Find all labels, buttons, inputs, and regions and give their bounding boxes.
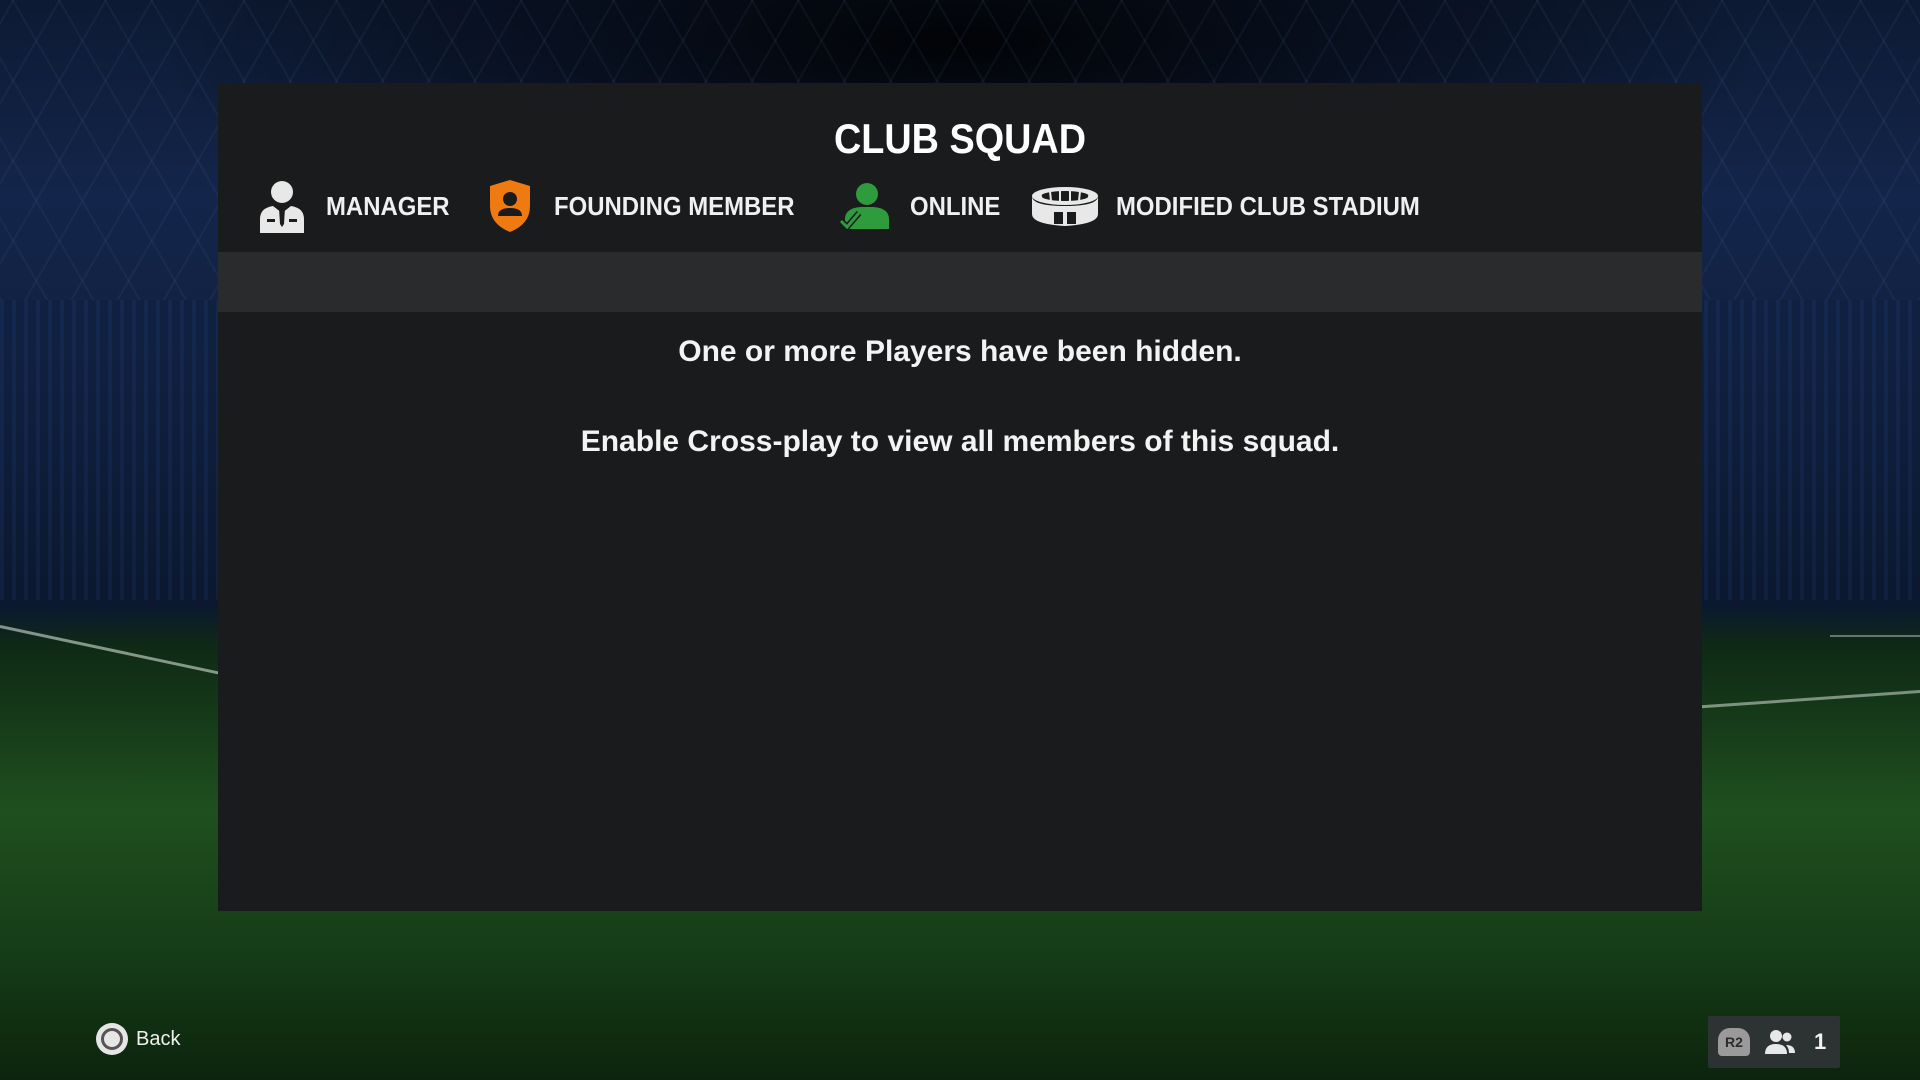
pitch-line xyxy=(0,625,226,676)
pitch-line xyxy=(1830,635,1920,637)
founding-member-shield-icon xyxy=(482,178,538,234)
crossplay-hint-message: Enable Cross-play to view all members of… xyxy=(580,425,1340,458)
legend-label: ONLINE xyxy=(909,190,1001,221)
squad-list-header-bar xyxy=(218,252,1702,312)
friends-count: 1 xyxy=(1814,1029,1827,1054)
hidden-players-message: One or more Players have been hidden. xyxy=(678,335,1242,368)
manager-icon xyxy=(254,178,310,234)
back-label: Back xyxy=(136,1027,181,1050)
legend-label: MANAGER xyxy=(326,190,450,221)
friends-icon xyxy=(1764,1028,1796,1056)
legend-label: FOUNDING MEMBER xyxy=(554,190,795,221)
back-button[interactable]: Back xyxy=(96,1023,180,1055)
legend-item-online: ONLINE xyxy=(838,178,1008,234)
online-player-icon xyxy=(838,178,894,234)
legend-item-founding-member: FOUNDING MEMBER xyxy=(482,178,815,234)
pitch-line xyxy=(1690,690,1920,710)
stadium-icon xyxy=(1030,178,1100,234)
legend-item-modified-stadium: MODIFIED CLUB STADIUM xyxy=(1030,178,1446,234)
legend-label: MODIFIED CLUB STADIUM xyxy=(1116,190,1420,221)
circle-button-icon xyxy=(96,1023,128,1055)
legend-item-manager: MANAGER xyxy=(254,178,460,234)
club-squad-panel: CLUB SQUAD MANAGER FOUNDING MEMBER ONLIN… xyxy=(218,83,1702,911)
r2-button-icon: R2 xyxy=(1718,1028,1750,1056)
status-legend: MANAGER FOUNDING MEMBER ONLINE MODIFIED … xyxy=(254,171,1468,241)
friends-status-box[interactable]: R2 1 xyxy=(1708,1016,1840,1068)
